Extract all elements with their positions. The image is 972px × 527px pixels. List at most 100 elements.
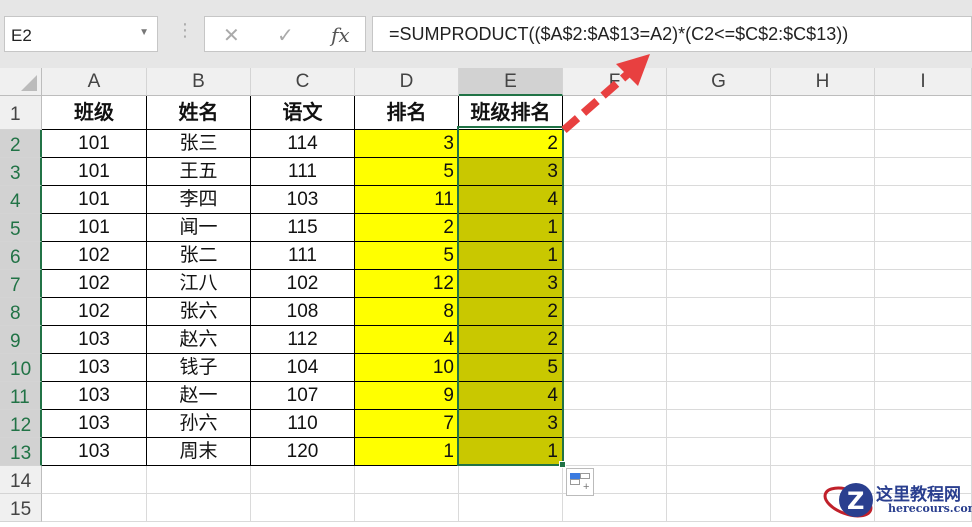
cell[interactable]: [667, 186, 771, 214]
cell[interactable]: [875, 242, 972, 270]
table-cell[interactable]: 5: [355, 158, 459, 186]
table-cell[interactable]: 103: [42, 354, 147, 382]
cell[interactable]: [563, 270, 667, 298]
table-cell[interactable]: 5: [459, 354, 563, 382]
cell[interactable]: [771, 96, 875, 130]
cell[interactable]: [667, 242, 771, 270]
column-header-h[interactable]: H: [771, 68, 875, 96]
cell[interactable]: [563, 214, 667, 242]
cell[interactable]: [667, 96, 771, 130]
cell[interactable]: [875, 214, 972, 242]
table-cell[interactable]: 4: [459, 382, 563, 410]
cell[interactable]: [667, 130, 771, 158]
table-cell[interactable]: 111: [251, 158, 355, 186]
table-cell[interactable]: 102: [42, 298, 147, 326]
column-header-d[interactable]: D: [355, 68, 459, 96]
formula-input[interactable]: =SUMPRODUCT(($A$2:$A$13=A2)*(C2<=$C$2:$C…: [372, 16, 972, 52]
row-header-15[interactable]: 15: [0, 494, 42, 522]
row-header-7[interactable]: 7: [0, 270, 42, 298]
cell[interactable]: [42, 466, 147, 494]
row-header-1[interactable]: 1: [0, 96, 42, 130]
cell[interactable]: [875, 382, 972, 410]
table-cell[interactable]: 1: [459, 438, 563, 466]
table-cell[interactable]: 115: [251, 214, 355, 242]
cell[interactable]: [771, 438, 875, 466]
table-cell[interactable]: 张六: [147, 298, 251, 326]
cell[interactable]: [563, 326, 667, 354]
row-header-11[interactable]: 11: [0, 382, 42, 410]
table-cell[interactable]: 102: [251, 270, 355, 298]
cell[interactable]: [251, 494, 355, 522]
table-cell[interactable]: 110: [251, 410, 355, 438]
cell[interactable]: [771, 354, 875, 382]
column-header-g[interactable]: G: [667, 68, 771, 96]
cell[interactable]: [771, 270, 875, 298]
table-cell[interactable]: 3: [355, 130, 459, 158]
table-cell[interactable]: 4: [355, 326, 459, 354]
table-cell[interactable]: 2: [355, 214, 459, 242]
cell[interactable]: [563, 242, 667, 270]
table-cell[interactable]: 104: [251, 354, 355, 382]
table-cell[interactable]: 12: [355, 270, 459, 298]
table-cell[interactable]: 5: [355, 242, 459, 270]
header-cell[interactable]: 姓名: [147, 96, 251, 130]
cell[interactable]: [147, 466, 251, 494]
table-cell[interactable]: 107: [251, 382, 355, 410]
cell[interactable]: [667, 382, 771, 410]
row-header-5[interactable]: 5: [0, 214, 42, 242]
cell[interactable]: [667, 494, 771, 522]
cell[interactable]: [667, 326, 771, 354]
row-header-14[interactable]: 14: [0, 466, 42, 494]
cell[interactable]: [563, 354, 667, 382]
table-cell[interactable]: 孙六: [147, 410, 251, 438]
table-cell[interactable]: 101: [42, 214, 147, 242]
cell[interactable]: [875, 298, 972, 326]
header-cell[interactable]: 排名: [355, 96, 459, 130]
drag-handle-icon[interactable]: ⋮: [176, 20, 194, 41]
cancel-icon[interactable]: ✕: [223, 23, 240, 48]
cell[interactable]: [771, 158, 875, 186]
fx-icon[interactable]: fx: [331, 23, 350, 47]
cell[interactable]: [667, 214, 771, 242]
column-header-i[interactable]: I: [875, 68, 972, 96]
table-cell[interactable]: 2: [459, 298, 563, 326]
table-cell[interactable]: 4: [459, 186, 563, 214]
cell[interactable]: [771, 186, 875, 214]
cell[interactable]: [875, 270, 972, 298]
row-header-9[interactable]: 9: [0, 326, 42, 354]
table-cell[interactable]: 赵一: [147, 382, 251, 410]
row-header-6[interactable]: 6: [0, 242, 42, 270]
table-cell[interactable]: 1: [459, 214, 563, 242]
table-cell[interactable]: 3: [459, 270, 563, 298]
cell[interactable]: [771, 214, 875, 242]
cell[interactable]: [875, 186, 972, 214]
cell[interactable]: [563, 438, 667, 466]
cell[interactable]: [355, 494, 459, 522]
name-box[interactable]: E2 ▼: [4, 16, 158, 52]
cell[interactable]: [355, 466, 459, 494]
table-cell[interactable]: 114: [251, 130, 355, 158]
column-header-e[interactable]: E: [459, 68, 563, 96]
table-cell[interactable]: 张三: [147, 130, 251, 158]
cell[interactable]: [563, 494, 667, 522]
table-cell[interactable]: 101: [42, 130, 147, 158]
cell[interactable]: [875, 158, 972, 186]
column-header-b[interactable]: B: [147, 68, 251, 96]
header-cell[interactable]: 班级: [42, 96, 147, 130]
table-cell[interactable]: 周末: [147, 438, 251, 466]
cell[interactable]: [875, 354, 972, 382]
row-header-12[interactable]: 12: [0, 410, 42, 438]
column-header-a[interactable]: A: [42, 68, 147, 96]
row-header-3[interactable]: 3: [0, 158, 42, 186]
row-header-8[interactable]: 8: [0, 298, 42, 326]
row-header-2[interactable]: 2: [0, 130, 42, 158]
table-cell[interactable]: 3: [459, 410, 563, 438]
cell[interactable]: [771, 382, 875, 410]
table-cell[interactable]: 赵六: [147, 326, 251, 354]
table-cell[interactable]: 102: [42, 242, 147, 270]
table-cell[interactable]: 101: [42, 186, 147, 214]
table-cell[interactable]: 7: [355, 410, 459, 438]
cell[interactable]: [563, 186, 667, 214]
fill-handle[interactable]: [559, 461, 566, 468]
cell[interactable]: [771, 130, 875, 158]
